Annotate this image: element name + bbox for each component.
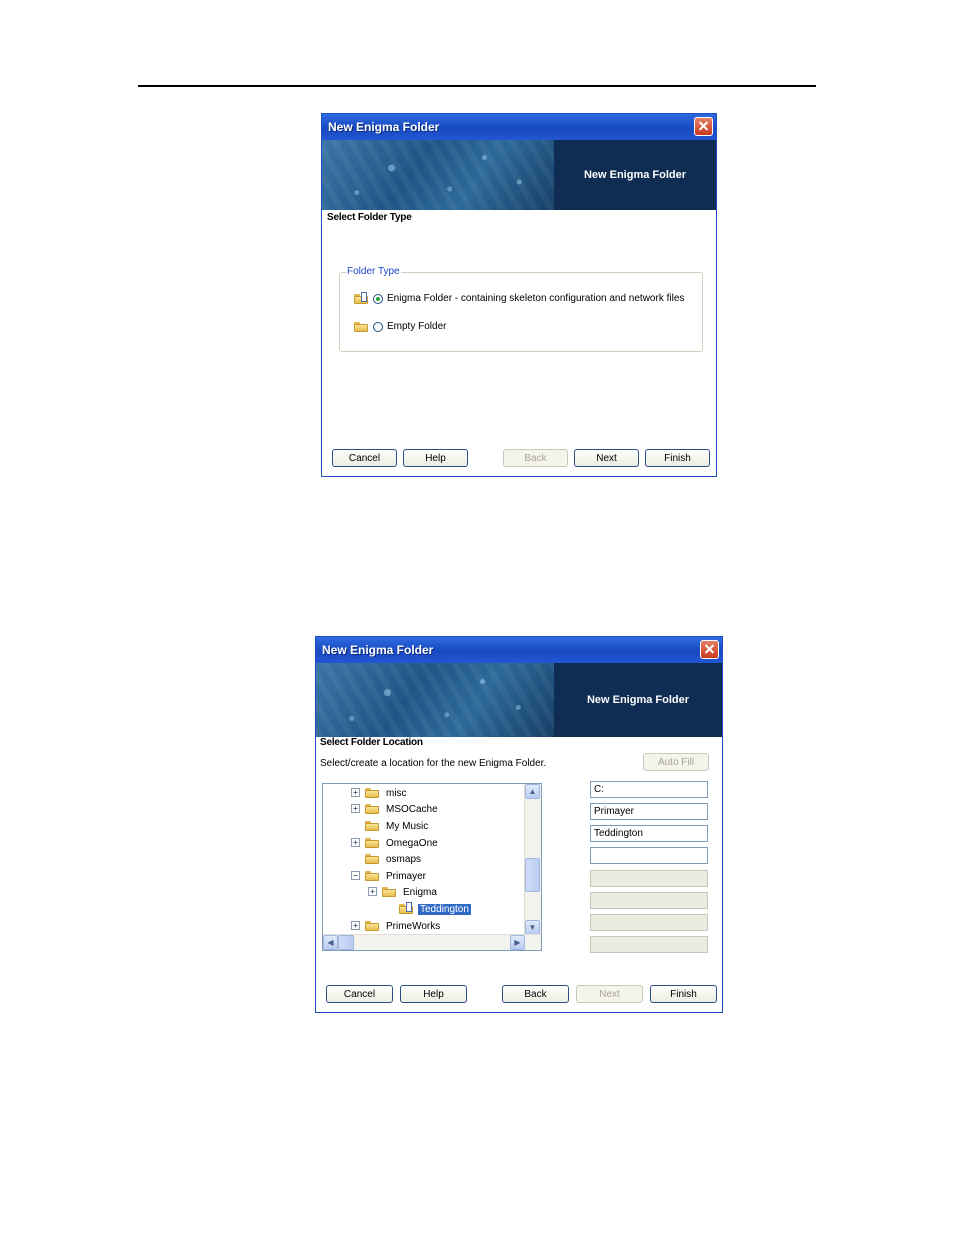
expand-icon[interactable]: +	[351, 788, 360, 797]
scroll-up-icon[interactable]: ▲	[525, 784, 540, 799]
tree-item-teddington[interactable]: Teddington	[399, 901, 471, 917]
scroll-thumb[interactable]	[338, 935, 354, 950]
dialog-title: New Enigma Folder	[322, 643, 434, 657]
empty-folder-label: Empty Folder	[387, 321, 447, 332]
group-label: Folder Type	[346, 266, 401, 277]
folder-icon	[365, 788, 379, 798]
option-empty-folder[interactable]: Empty Folder	[354, 321, 446, 332]
folder-icon	[365, 838, 379, 848]
expand-icon[interactable]: +	[351, 838, 360, 847]
path-level-2-field[interactable]: Primayer	[590, 803, 708, 820]
tree-item-misc[interactable]: + misc	[351, 785, 409, 801]
step-title: Select Folder Type	[327, 212, 412, 223]
cancel-button[interactable]: Cancel	[326, 985, 393, 1003]
close-button[interactable]	[694, 117, 713, 136]
close-button[interactable]	[700, 640, 719, 659]
enigma-folder-icon	[354, 291, 368, 304]
scroll-left-icon[interactable]: ◀	[323, 935, 338, 950]
next-button[interactable]: Next	[576, 985, 643, 1003]
banner-title: New Enigma Folder	[554, 663, 722, 737]
page-header-rule	[138, 85, 816, 87]
folder-icon	[365, 871, 379, 881]
enigma-folder-icon	[399, 902, 413, 914]
folder-icon	[365, 921, 379, 931]
finish-button[interactable]: Finish	[650, 985, 717, 1003]
wizard-banner: New Enigma Folder	[316, 663, 722, 737]
path-level-6-field	[590, 892, 708, 909]
horizontal-scrollbar[interactable]: ◀ ▶	[323, 934, 541, 950]
tree-item-primayer[interactable]: − Primayer	[351, 868, 428, 884]
tree-item-my-music[interactable]: My Music	[365, 818, 430, 834]
enigma-folder-label: Enigma Folder - containing skeleton conf…	[387, 293, 685, 304]
vertical-scrollbar[interactable]: ▲ ▼	[524, 784, 541, 935]
path-level-1-field[interactable]: C:	[590, 781, 708, 798]
path-level-3-field[interactable]: Teddington	[590, 825, 708, 842]
help-button[interactable]: Help	[403, 449, 468, 467]
step-title: Select Folder Location	[320, 737, 423, 748]
folder-icon	[354, 321, 368, 332]
title-bar[interactable]: New Enigma Folder	[316, 637, 722, 663]
tree-item-msocache[interactable]: + MSOCache	[351, 801, 440, 817]
scroll-right-icon[interactable]: ▶	[510, 935, 525, 950]
path-level-4-field[interactable]	[590, 847, 708, 864]
banner-image	[322, 140, 554, 210]
expand-icon[interactable]: +	[351, 804, 360, 813]
tree-item-enigma[interactable]: + Enigma	[368, 884, 439, 900]
finish-button[interactable]: Finish	[645, 449, 710, 467]
collapse-icon[interactable]: −	[351, 871, 360, 880]
tree-item-omegaone[interactable]: + OmegaOne	[351, 835, 440, 851]
back-button[interactable]: Back	[503, 449, 568, 467]
expand-icon[interactable]: +	[351, 921, 360, 930]
wizard-banner: New Enigma Folder	[322, 140, 716, 210]
dialog-title: New Enigma Folder	[328, 120, 440, 134]
expand-icon[interactable]: +	[368, 887, 377, 896]
banner-title: New Enigma Folder	[554, 140, 716, 210]
folder-tree[interactable]: + misc + MSOCache My Music + OmegaOne os…	[322, 783, 542, 951]
folder-icon	[365, 854, 379, 864]
scroll-thumb[interactable]	[525, 858, 540, 892]
folder-icon	[365, 821, 379, 831]
empty-folder-radio[interactable]	[373, 321, 383, 332]
path-level-8-field	[590, 936, 708, 953]
new-folder-dialog-type: New Enigma Folder New Enigma Folder Sele…	[321, 113, 717, 477]
help-button[interactable]: Help	[400, 985, 467, 1003]
auto-fill-button[interactable]: Auto Fill	[643, 753, 709, 771]
back-button[interactable]: Back	[502, 985, 569, 1003]
folder-icon	[365, 804, 379, 814]
path-level-7-field	[590, 914, 708, 931]
option-enigma-folder[interactable]: Enigma Folder - containing skeleton conf…	[354, 291, 685, 304]
new-folder-dialog-location: New Enigma Folder New Enigma Folder Sele…	[315, 636, 723, 1013]
folder-type-group: Folder Type Enigma Folder - containing s…	[339, 266, 703, 352]
folder-icon	[382, 887, 396, 897]
tree-item-primeworks[interactable]: + PrimeWorks	[351, 918, 442, 934]
scroll-down-icon[interactable]: ▼	[525, 920, 540, 935]
cancel-button[interactable]: Cancel	[332, 449, 397, 467]
enigma-folder-radio[interactable]	[373, 293, 383, 304]
path-level-5-field	[590, 870, 708, 887]
next-button[interactable]: Next	[574, 449, 639, 467]
tree-item-osmaps[interactable]: osmaps	[365, 851, 423, 867]
title-bar[interactable]: New Enigma Folder	[322, 114, 716, 140]
instruction-text: Select/create a location for the new Eni…	[320, 758, 547, 769]
banner-image	[316, 663, 554, 737]
